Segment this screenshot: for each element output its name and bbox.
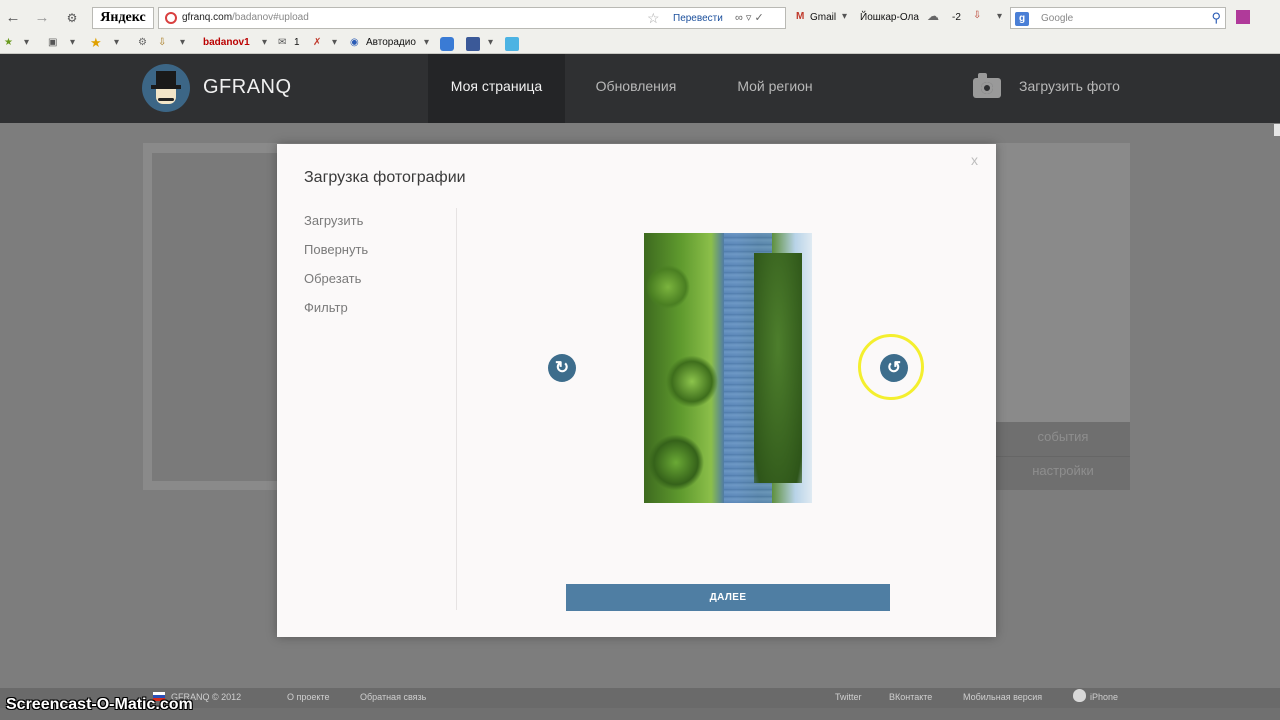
skype-icon[interactable] [440, 37, 454, 53]
radio-dropdown-icon[interactable]: ▾ [424, 35, 429, 51]
search-box[interactable]: g Google ⚲ [1010, 7, 1226, 29]
nav-my-page[interactable]: Моя страница [428, 54, 565, 123]
downloads-dropdown-icon[interactable]: ▾ [997, 11, 1002, 22]
facebook-icon[interactable] [466, 37, 480, 53]
modal-step-menu: Загрузить Повернуть Обрезать Фильтр [304, 213, 368, 329]
logo-hat [156, 71, 176, 86]
step-crop[interactable]: Обрезать [304, 271, 368, 300]
gmail-dropdown-icon[interactable]: ▾ [842, 11, 847, 22]
rotate-ccw-icon: ↻ [554, 358, 570, 377]
nav-updates[interactable]: Обновления [576, 54, 696, 123]
google-icon[interactable]: g [1015, 12, 1029, 26]
modal-divider [456, 208, 457, 610]
brand-name[interactable]: GFRANQ [203, 76, 292, 99]
background-side-menu: события настройки [996, 422, 1130, 490]
mail-count[interactable]: 1 [294, 35, 300, 51]
download-dropdown-icon[interactable]: ▾ [180, 35, 185, 51]
bookmarks-toolbar: ★ ▾ ▣ ▾ ★ ▾ ⚙ ⇩ ▾ badanov1 ▾ ✉ 1 ✗ ▾ ◉ А… [0, 32, 1280, 54]
nav-my-region[interactable]: Мой регион [720, 54, 830, 123]
site-favicon-icon [165, 12, 177, 24]
back-icon[interactable]: ← [3, 8, 23, 28]
twitter-icon[interactable] [505, 37, 519, 53]
gmail-link[interactable]: Gmail [810, 12, 836, 23]
feed-icon[interactable]: ★ [4, 35, 13, 51]
speaker-muted-icon[interactable]: ◉ [350, 35, 359, 51]
facebook-dropdown-icon[interactable]: ▾ [488, 35, 493, 51]
logo-mustache [158, 98, 174, 101]
apple-icon[interactable] [1073, 689, 1086, 702]
extension-icon[interactable]: ⚙ [62, 8, 82, 28]
screencast-watermark: Screencast-O-Matic.com [6, 696, 193, 713]
mail-icon[interactable]: ✉ [278, 35, 286, 51]
gfranq-logo-icon[interactable] [142, 64, 190, 112]
screenshot-dropdown-icon[interactable]: ▾ [70, 35, 75, 51]
url-text: gfranq.com/badanov#upload [182, 12, 309, 23]
forward-icon[interactable]: → [32, 8, 52, 28]
photo-trees-left [644, 233, 724, 503]
runner-dropdown-icon[interactable]: ▾ [332, 35, 337, 51]
runner-icon[interactable]: ✗ [313, 35, 321, 51]
url-path: /badanov#upload [232, 12, 309, 23]
side-menu-events: события [1037, 429, 1089, 444]
footer-vkontakte-link[interactable]: ВКонтакте [889, 692, 932, 702]
yandex-logo[interactable]: Яндекс [92, 7, 154, 29]
bookmark-star-icon[interactable]: ☆ [647, 10, 660, 27]
address-bar[interactable]: gfranq.com/badanov#upload ☆ Перевести ∞ … [158, 7, 786, 29]
browser-toolbar: ← → ⚙ Яндекс gfranq.com/badanov#upload ☆… [0, 0, 1280, 54]
scrollbar[interactable] [1274, 124, 1280, 136]
favorites-star-icon[interactable]: ★ [90, 35, 102, 51]
photo-trees-right [754, 253, 802, 483]
translate-button[interactable]: Перевести [673, 13, 723, 24]
footer-iphone-link[interactable]: iPhone [1090, 692, 1118, 702]
modal-title: Загрузка фотографии [304, 169, 466, 186]
search-icon[interactable]: ⚲ [1211, 10, 1221, 26]
feed-dropdown-icon[interactable]: ▾ [24, 35, 29, 51]
background-photo-placeholder [152, 153, 277, 481]
apps-grid-icon[interactable] [1236, 10, 1250, 24]
download-arrow-icon[interactable]: ⇩ [158, 35, 166, 51]
navigation-toolbar: ← → ⚙ Яндекс gfranq.com/badanov#upload ☆… [0, 6, 1280, 30]
weather-cloud-icon: ☁ [927, 9, 939, 23]
step-filter[interactable]: Фильтр [304, 300, 368, 329]
rotate-cw-icon: ↺ [886, 358, 902, 377]
logo-face [156, 89, 176, 104]
next-button[interactable]: ДАЛЕЕ [566, 584, 890, 611]
user-bookmark[interactable]: badanov1 [203, 35, 250, 51]
camera-icon[interactable] [973, 73, 1001, 98]
footer-twitter-link[interactable]: Twitter [835, 692, 862, 702]
downloads-icon[interactable]: ⇩ [973, 10, 981, 21]
screenshot-icon[interactable]: ▣ [48, 35, 57, 51]
step-rotate[interactable]: Повернуть [304, 242, 368, 271]
rotate-left-button[interactable]: ↻ [548, 354, 576, 382]
rotate-right-button[interactable]: ↺ [880, 354, 908, 382]
url-host: gfranq.com [182, 12, 233, 23]
user-dropdown-icon[interactable]: ▾ [262, 35, 267, 51]
upload-photo-link[interactable]: Загрузить фото [1019, 54, 1120, 119]
reader-icon[interactable]: ∞ ▿ ✓ [735, 11, 764, 24]
city-label[interactable]: Йошкар-Ола [860, 12, 919, 23]
footer-mobile-link[interactable]: Мобильная версия [963, 692, 1042, 702]
side-menu-divider [996, 456, 1130, 457]
gmail-icon[interactable]: M [796, 11, 804, 22]
upload-photo-modal: x Загрузка фотографии Загрузить Повернут… [277, 144, 996, 637]
photo-preview [644, 233, 812, 503]
side-menu-settings: настройки [1032, 463, 1094, 478]
step-upload[interactable]: Загрузить [304, 213, 368, 242]
footer-feedback-link[interactable]: Обратная связь [360, 692, 426, 702]
search-placeholder: Google [1041, 13, 1074, 24]
favorites-dropdown-icon[interactable]: ▾ [114, 35, 119, 51]
close-icon[interactable]: x [971, 152, 978, 168]
temperature-label: -2 [952, 12, 961, 23]
site-header: GFRANQ Моя страница Обновления Мой регио… [0, 54, 1280, 123]
settings-gear-icon[interactable]: ⚙ [138, 35, 147, 51]
site-footer: GFRANQ © 2012 О проекте Обратная связь T… [0, 688, 1280, 720]
footer-about-link[interactable]: О проекте [287, 692, 329, 702]
radio-bookmark[interactable]: Авторадио [366, 35, 416, 51]
